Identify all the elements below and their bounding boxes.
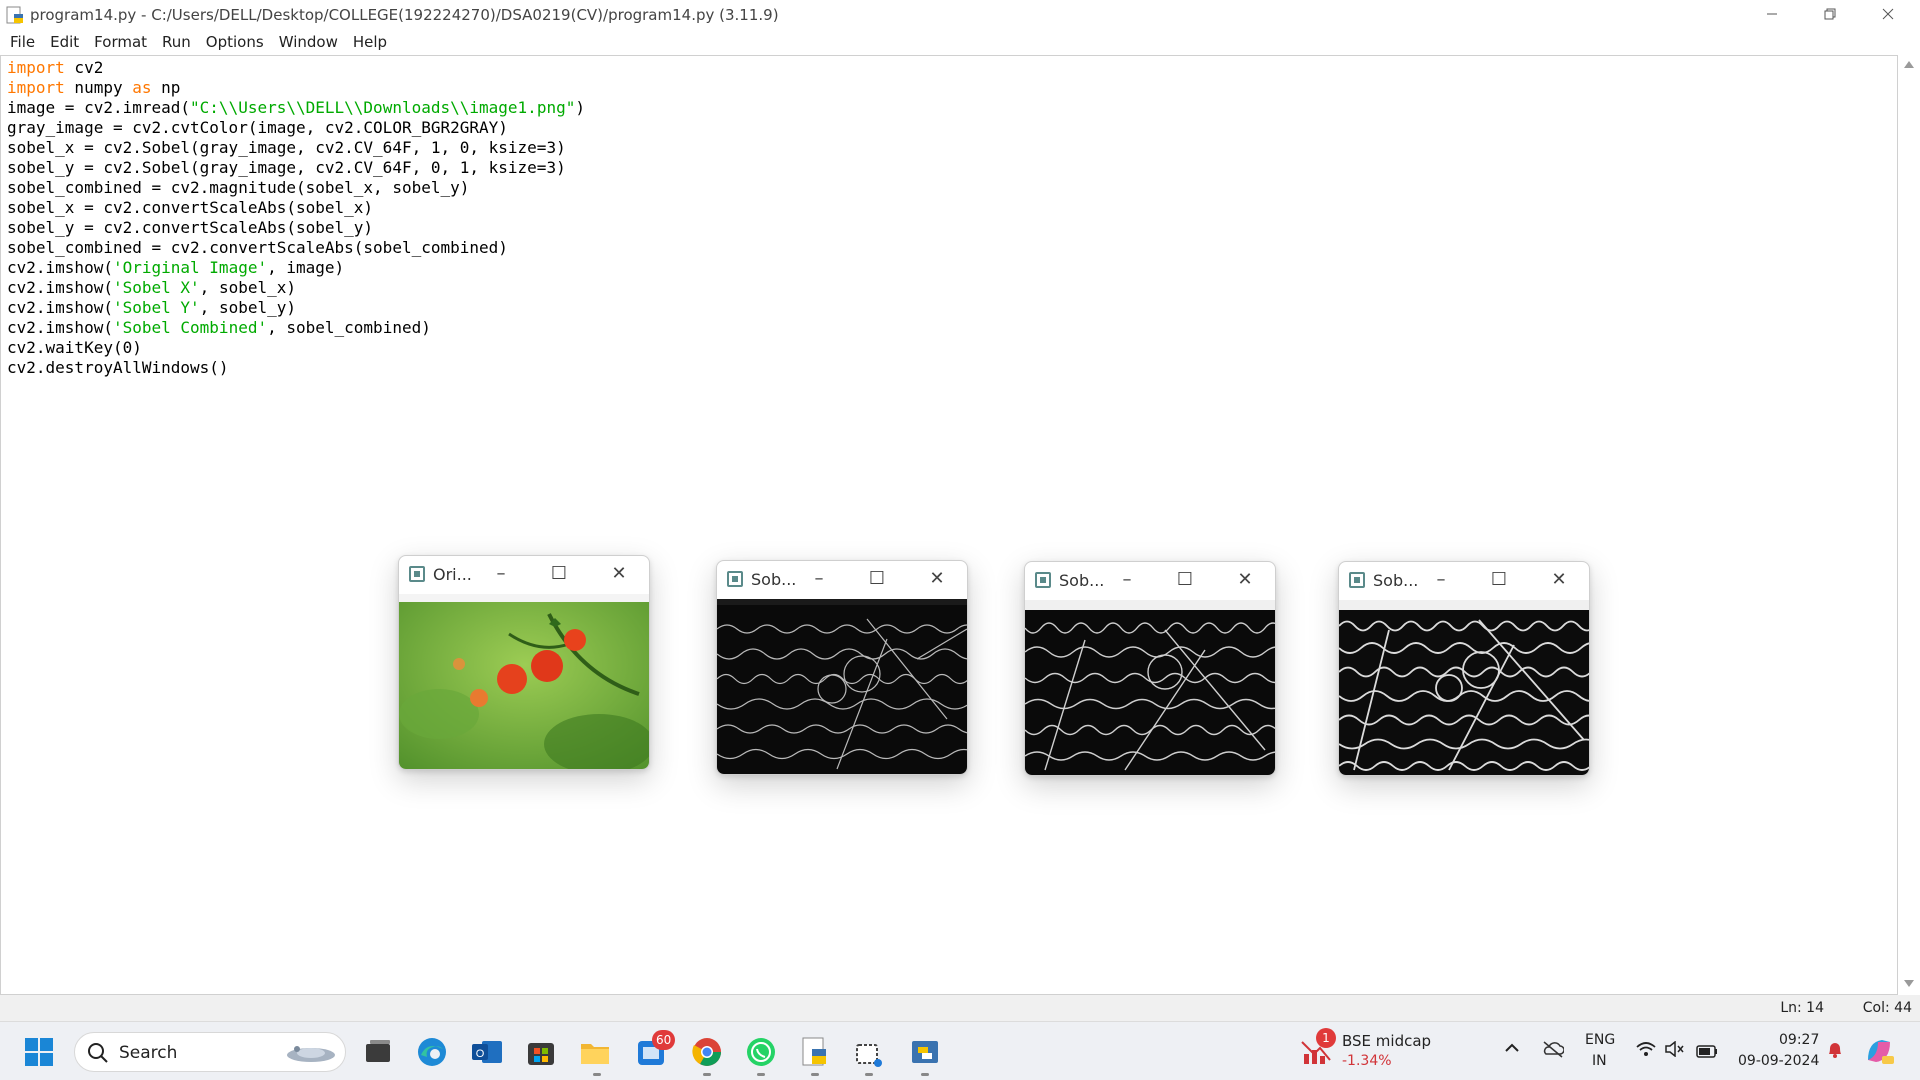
column-indicator: Col: 44 <box>1862 1000 1912 1016</box>
snipping-tool-icon[interactable] <box>852 1035 886 1069</box>
taskbar: Search O 60 1 BSE midcap -1.34% ENG IN 0… <box>0 1021 1920 1080</box>
vertical-scrollbar[interactable] <box>1898 55 1920 995</box>
menu-bar: File Edit Format Run Options Window Help <box>0 29 1920 55</box>
running-indicator <box>703 1073 711 1076</box>
whatsapp-icon[interactable] <box>744 1035 778 1069</box>
sobel-x-image <box>717 599 967 774</box>
running-indicator <box>865 1073 873 1076</box>
cv-window-sobel-combined[interactable]: Sob... – ☐ ✕ <box>1338 561 1590 776</box>
copilot-icon[interactable] <box>1862 1034 1896 1072</box>
close-button[interactable] <box>1859 0 1917 29</box>
python-launcher-icon[interactable] <box>908 1035 942 1069</box>
scroll-down-icon[interactable] <box>1904 980 1914 987</box>
battery-icon[interactable] <box>1696 1043 1718 1062</box>
minimize-icon <box>1766 5 1778 24</box>
minimize-button[interactable] <box>1743 0 1801 29</box>
cv-window-title: Sob... <box>1059 570 1105 590</box>
taskbar-search[interactable]: Search <box>74 1032 346 1072</box>
wifi-icon[interactable] <box>1636 1041 1656 1061</box>
edge-browser-icon[interactable] <box>415 1035 449 1069</box>
search-icon <box>87 1042 109 1068</box>
menu-edit[interactable]: Edit <box>44 33 88 51</box>
python-idle-icon <box>6 6 24 24</box>
status-bar: Ln: 14 Col: 44 <box>0 995 1920 1021</box>
restore-button[interactable] <box>1801 0 1859 29</box>
cv-window-sobel-y[interactable]: Sob... – ☐ ✕ <box>1024 561 1276 776</box>
menu-options[interactable]: Options <box>200 33 273 51</box>
maximize-icon[interactable]: ☐ <box>1485 568 1513 592</box>
close-icon[interactable]: ✕ <box>1231 568 1259 592</box>
maximize-icon[interactable]: ☐ <box>1171 568 1199 592</box>
lang-code[interactable]: ENG <box>1585 1032 1615 1048</box>
maximize-icon[interactable]: ☐ <box>545 562 573 586</box>
close-icon[interactable]: ✕ <box>605 562 633 586</box>
stock-alert-badge: 1 <box>1316 1028 1336 1048</box>
opencv-window-icon <box>727 571 743 587</box>
svg-text:O: O <box>476 1048 485 1060</box>
stock-name[interactable]: BSE midcap <box>1342 1032 1431 1050</box>
close-icon[interactable]: ✕ <box>1545 568 1573 592</box>
menu-window[interactable]: Window <box>273 33 347 51</box>
menu-file[interactable]: File <box>4 33 44 51</box>
cv-window-title: Sob... <box>751 569 797 589</box>
task-view-icon[interactable] <box>361 1035 395 1069</box>
python-file-icon[interactable] <box>798 1035 832 1069</box>
opencv-window-icon <box>1035 572 1051 588</box>
title-bar: program14.py - C:/Users/DELL/Desktop/COL… <box>0 0 1920 29</box>
running-indicator <box>757 1073 765 1076</box>
running-indicator <box>593 1073 601 1076</box>
notification-badge: 60 <box>652 1030 676 1050</box>
menu-help[interactable]: Help <box>347 33 396 51</box>
close-icon[interactable]: ✕ <box>923 567 951 591</box>
minimize-icon[interactable]: – <box>487 562 515 586</box>
menu-run[interactable]: Run <box>156 33 200 51</box>
line-indicator: Ln: 14 <box>1780 1000 1824 1016</box>
minimize-icon[interactable]: – <box>805 567 833 591</box>
chevron-up-icon[interactable] <box>1504 1040 1520 1060</box>
menu-format[interactable]: Format <box>88 33 156 51</box>
sobel-combined-image <box>1339 600 1589 775</box>
cv-window-title: Ori... <box>433 564 472 584</box>
code-text[interactable]: import cv2 import numpy as np image = cv… <box>7 58 585 378</box>
opencv-window-icon <box>409 566 425 582</box>
sobel-y-image <box>1025 600 1275 775</box>
minimize-icon[interactable]: – <box>1113 568 1141 592</box>
clock-date[interactable]: 09-09-2024 <box>1738 1053 1819 1069</box>
minimize-icon[interactable]: – <box>1427 568 1455 592</box>
opencv-window-icon <box>1349 572 1365 588</box>
cloud-offline-icon[interactable] <box>1542 1040 1565 1062</box>
stock-change: -1.34% <box>1342 1053 1392 1069</box>
original-image <box>399 594 649 769</box>
search-label: Search <box>119 1043 178 1063</box>
chrome-icon[interactable] <box>690 1035 724 1069</box>
volume-muted-icon[interactable] <box>1664 1040 1684 1061</box>
restore-icon <box>1824 5 1836 24</box>
lang-region[interactable]: IN <box>1592 1053 1607 1069</box>
close-icon <box>1882 5 1894 24</box>
code-editor[interactable]: import cv2 import numpy as np image = cv… <box>0 55 1898 995</box>
cv-window-original[interactable]: Ori... – ☐ ✕ <box>398 555 650 770</box>
bell-icon[interactable] <box>1826 1040 1844 1064</box>
window-title: program14.py - C:/Users/DELL/Desktop/COL… <box>30 5 779 24</box>
cv-window-sobel-x[interactable]: Sob... – ☐ ✕ <box>716 560 968 775</box>
scroll-up-icon[interactable] <box>1904 61 1914 68</box>
file-explorer-icon[interactable] <box>578 1035 612 1069</box>
cv-window-title: Sob... <box>1373 570 1419 590</box>
clock-time[interactable]: 09:27 <box>1779 1032 1819 1048</box>
running-indicator <box>921 1073 929 1076</box>
windows-start-icon[interactable] <box>22 1035 56 1069</box>
outlook-icon[interactable]: O <box>470 1035 504 1069</box>
microsoft-store-icon[interactable] <box>524 1035 558 1069</box>
maximize-icon[interactable]: ☐ <box>863 567 891 591</box>
search-highlight-icon <box>283 1037 339 1073</box>
running-indicator <box>811 1073 819 1076</box>
